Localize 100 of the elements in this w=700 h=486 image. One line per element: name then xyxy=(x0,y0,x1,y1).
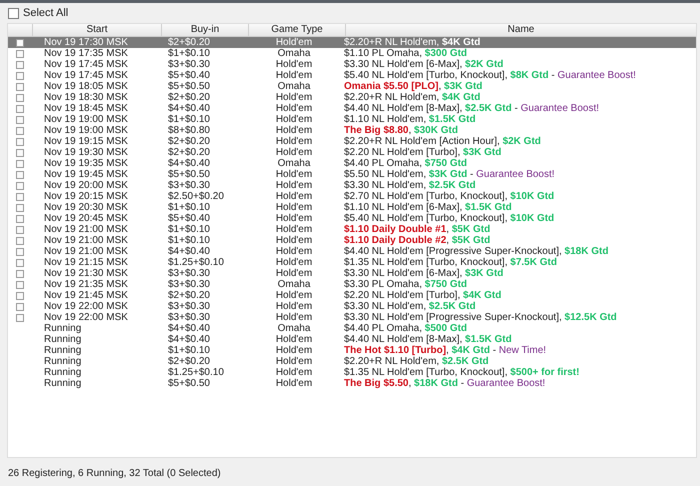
game-type-cell-text: Hold'em xyxy=(274,191,314,202)
tournament-name-cell-text: $3.30 PL Omaha, $750 Gtd xyxy=(343,279,468,290)
table-row[interactable]: Nov 19 19:15 MSK $2+$0.20 Hold'em $2.20+R NL Hold'em [Action Hour], $2K Gtd xyxy=(8,136,696,147)
game-type-cell-text: Hold'em xyxy=(274,180,314,191)
table-row[interactable]: Nov 19 19:00 MSK $8+$0.80 Hold'em The Big $8.80, $30K Gtd xyxy=(8,125,696,136)
start-cell-text: Nov 19 19:00 MSK xyxy=(43,125,129,136)
table-row[interactable]: Nov 19 19:35 MSK $4+$0.40 Omaha $4.40 PL Omaha, $750 Gtd xyxy=(8,158,696,169)
table-row[interactable]: Nov 19 20:45 MSK $5+$0.40 Hold'em $5.40 NL Hold'em [Turbo, Knockout], $10K Gtd xyxy=(8,213,696,224)
tournament-name-cell-text: $1.10 Daily Double #2, $5K Gtd xyxy=(343,235,492,246)
tournament-name-cell-text: $3.30 NL Hold'em, $2.5K Gtd xyxy=(343,180,477,191)
buyin-cell-text: $4+$0.40 xyxy=(167,334,211,345)
table-row[interactable]: Running $1.25+$0.10 Hold'em $1.35 NL Hold'em [Turbo, Knockout], $500+ for first! xyxy=(8,367,696,378)
row-checkbox[interactable] xyxy=(16,148,24,156)
row-checkbox[interactable] xyxy=(16,302,24,310)
table-row[interactable]: Nov 19 21:45 MSK $2+$0.20 Hold'em $2.20 NL Hold'em [Turbo], $4K Gtd xyxy=(8,290,696,301)
row-checkbox[interactable] xyxy=(16,292,24,300)
row-checkbox[interactable] xyxy=(16,116,24,124)
tournament-name-cell-text: $5.50 NL Hold'em, $3K Gtd - Guarantee Boost! xyxy=(343,169,556,180)
tournament-name-cell-text: $1.10 NL Hold'em, $1.5K Gtd xyxy=(343,114,477,125)
table-row[interactable]: Nov 19 22:00 MSK $3+$0.30 Hold'em $3.30 NL Hold'em, $2.5K Gtd xyxy=(8,301,696,312)
table-row[interactable]: Nov 19 21:00 MSK $4+$0.40 Hold'em $4.40 NL Hold'em [Progressive Super-Knockout], $18K Gtd xyxy=(8,246,696,257)
row-checkbox[interactable] xyxy=(16,214,24,222)
row-checkbox[interactable] xyxy=(16,258,24,266)
table-row[interactable]: Running $2+$0.20 Hold'em $2.20+R NL Hold'em, $2.5K Gtd xyxy=(8,356,696,367)
table-row[interactable]: Nov 19 17:35 MSK $1+$0.10 Omaha $1.10 PL Omaha, $300 Gtd xyxy=(8,48,696,59)
row-checkbox[interactable] xyxy=(16,60,24,68)
row-checkbox[interactable] xyxy=(16,248,24,256)
row-checkbox[interactable] xyxy=(16,160,24,168)
tournament-name-cell-text: $2.20+R NL Hold'em, $4K Gtd xyxy=(343,92,482,103)
status-text: 26 Registering, 6 Running, 32 Total (0 Selected) xyxy=(8,468,221,479)
tournament-name-cell-text: $3.30 NL Hold'em [6-Max], $3K Gtd xyxy=(343,268,504,279)
column-header[interactable]: Game Type xyxy=(249,24,346,36)
row-checkbox[interactable] xyxy=(16,82,24,90)
row-checkbox[interactable] xyxy=(16,314,24,322)
table-row[interactable]: Running $4+$0.40 Hold'em $4.40 NL Hold'em [8-Max], $1.5K Gtd xyxy=(8,334,696,345)
row-checkbox[interactable] xyxy=(16,50,24,58)
start-cell-text: Nov 19 17:35 MSK xyxy=(43,48,129,59)
table-row[interactable]: Running $4+$0.40 Omaha $4.40 PL Omaha, $500 Gtd xyxy=(8,323,696,334)
row-checkbox[interactable] xyxy=(16,226,24,234)
table-row[interactable]: Nov 19 21:15 MSK $1.25+$0.10 Hold'em $1.35 NL Hold'em [Turbo, Knockout], $7.5K Gtd xyxy=(8,257,696,268)
game-type-cell-text: Hold'em xyxy=(274,147,314,158)
table-row[interactable]: Running $1+$0.10 Hold'em The Hot $1.10 [Turbo], $4K Gtd - New Time! xyxy=(8,345,696,356)
game-type-cell-text: Omaha xyxy=(276,323,312,334)
row-checkbox[interactable] xyxy=(16,204,24,212)
row-checkbox[interactable] xyxy=(16,236,24,244)
start-cell-text: Nov 19 19:45 MSK xyxy=(43,169,129,180)
buyin-cell-text: $2+$0.20 xyxy=(167,37,211,48)
row-checkbox[interactable] xyxy=(16,126,24,134)
start-cell-text: Nov 19 17:45 MSK xyxy=(43,59,129,70)
table-row[interactable]: Nov 19 18:45 MSK $4+$0.40 Hold'em $4.40 NL Hold'em [8-Max], $2.5K Gtd - Guarantee Boost! xyxy=(8,103,696,114)
game-type-cell-text: Omaha xyxy=(276,81,312,92)
row-checkbox[interactable] xyxy=(16,170,24,178)
game-type-cell-text: Hold'em xyxy=(274,103,314,114)
start-cell-text: Nov 19 19:30 MSK xyxy=(43,147,129,158)
table-row[interactable]: Nov 19 18:05 MSK $5+$0.50 Omaha Omania $5.50 [PLO], $3K Gtd xyxy=(8,81,696,92)
row-checkbox[interactable] xyxy=(16,270,24,278)
table-row[interactable]: Nov 19 20:15 MSK $2.50+$0.20 Hold'em $2.70 NL Hold'em [Turbo, Knockout], $10K Gtd xyxy=(8,191,696,202)
row-checkbox[interactable] xyxy=(16,38,24,46)
start-cell-text: Running xyxy=(43,356,82,367)
start-cell-text: Nov 19 18:45 MSK xyxy=(43,103,129,114)
buyin-cell-text: $1.25+$0.10 xyxy=(167,257,225,268)
column-header[interactable]: Name xyxy=(346,24,696,36)
row-checkbox[interactable] xyxy=(16,182,24,190)
start-cell-text: Nov 19 20:30 MSK xyxy=(43,202,129,213)
buyin-cell-text: $3+$0.30 xyxy=(167,268,211,279)
table-row[interactable]: Nov 19 21:00 MSK $1+$0.10 Hold'em $1.10 Daily Double #2, $5K Gtd xyxy=(8,235,696,246)
game-type-cell-text: Hold'em xyxy=(274,59,314,70)
table-row[interactable]: Running $5+$0.50 Hold'em The Big $5.50, $18K Gtd - Guarantee Boost! xyxy=(8,378,696,389)
tournament-name-cell-text: $4.40 NL Hold'em [8-Max], $2.5K Gtd - Guarantee Boost! xyxy=(343,103,600,114)
table-row[interactable]: Nov 19 21:35 MSK $3+$0.30 Omaha $3.30 PL Omaha, $750 Gtd xyxy=(8,279,696,290)
table-row[interactable]: Nov 19 22:00 MSK $3+$0.30 Hold'em $3.30 NL Hold'em [Progressive Super-Knockout], $12.5K Gtd xyxy=(8,312,696,323)
table-row[interactable]: Nov 19 19:45 MSK $5+$0.50 Hold'em $5.50 NL Hold'em, $3K Gtd - Guarantee Boost! xyxy=(8,169,696,180)
tournament-name-cell-text: $4.40 NL Hold'em [Progressive Super-Knockout], $18K Gtd xyxy=(343,246,610,257)
table-row[interactable]: Nov 19 19:30 MSK $2+$0.20 Hold'em $2.20 NL Hold'em [Turbo], $3K Gtd xyxy=(8,147,696,158)
table-row[interactable]: Nov 19 20:30 MSK $1+$0.10 Hold'em $1.10 NL Hold'em [6-Max], $1.5K Gtd xyxy=(8,202,696,213)
row-checkbox[interactable] xyxy=(16,94,24,102)
column-header[interactable]: Start xyxy=(33,24,162,36)
row-checkbox[interactable] xyxy=(16,280,24,288)
row-checkbox[interactable] xyxy=(16,192,24,200)
table-row[interactable]: Nov 19 20:00 MSK $3+$0.30 Hold'em $3.30 NL Hold'em, $2.5K Gtd xyxy=(8,180,696,191)
start-cell-text: Nov 19 21:15 MSK xyxy=(43,257,129,268)
table-row[interactable]: Nov 19 17:45 MSK $3+$0.30 Hold'em $3.30 NL Hold'em [6-Max], $2K Gtd xyxy=(8,59,696,70)
row-checkbox[interactable] xyxy=(16,72,24,80)
select-all-checkbox[interactable]: Select All xyxy=(8,7,68,19)
table-row[interactable]: Nov 19 17:45 MSK $5+$0.40 Hold'em $5.40 NL Hold'em [Turbo, Knockout], $8K Gtd - Guarantee Boost! xyxy=(8,70,696,81)
tournament-name-cell-text: $2.20 NL Hold'em [Turbo], $4K Gtd xyxy=(343,290,502,301)
buyin-cell-text: $1+$0.10 xyxy=(167,114,211,125)
game-type-cell-text: Hold'em xyxy=(274,367,314,378)
table-row[interactable]: Nov 19 21:00 MSK $1+$0.10 Hold'em $1.10 Daily Double #1, $5K Gtd xyxy=(8,224,696,235)
selected-row[interactable]: Nov 19 17:30 MSK $2+$0.20 Hold'em $2.20+R NL Hold'em, $4K Gtd xyxy=(8,37,696,48)
table-row[interactable]: Nov 19 18:30 MSK $2+$0.20 Hold'em $2.20+R NL Hold'em, $4K Gtd xyxy=(8,92,696,103)
table-row[interactable]: Nov 19 19:00 MSK $1+$0.10 Hold'em $1.10 NL Hold'em, $1.5K Gtd xyxy=(8,114,696,125)
table-row[interactable]: Nov 19 21:30 MSK $3+$0.30 Hold'em $3.30 NL Hold'em [6-Max], $3K Gtd xyxy=(8,268,696,279)
game-type-cell-text: Omaha xyxy=(276,48,312,59)
row-checkbox[interactable] xyxy=(16,104,24,112)
row-checkbox[interactable] xyxy=(16,138,24,146)
game-type-cell-text: Omaha xyxy=(276,158,312,169)
start-cell-text: Running xyxy=(43,323,82,334)
tournament-name-cell-text: The Hot $1.10 [Turbo], $4K Gtd - New Time! xyxy=(343,345,548,356)
column-header[interactable]: Buy-in xyxy=(162,24,249,36)
